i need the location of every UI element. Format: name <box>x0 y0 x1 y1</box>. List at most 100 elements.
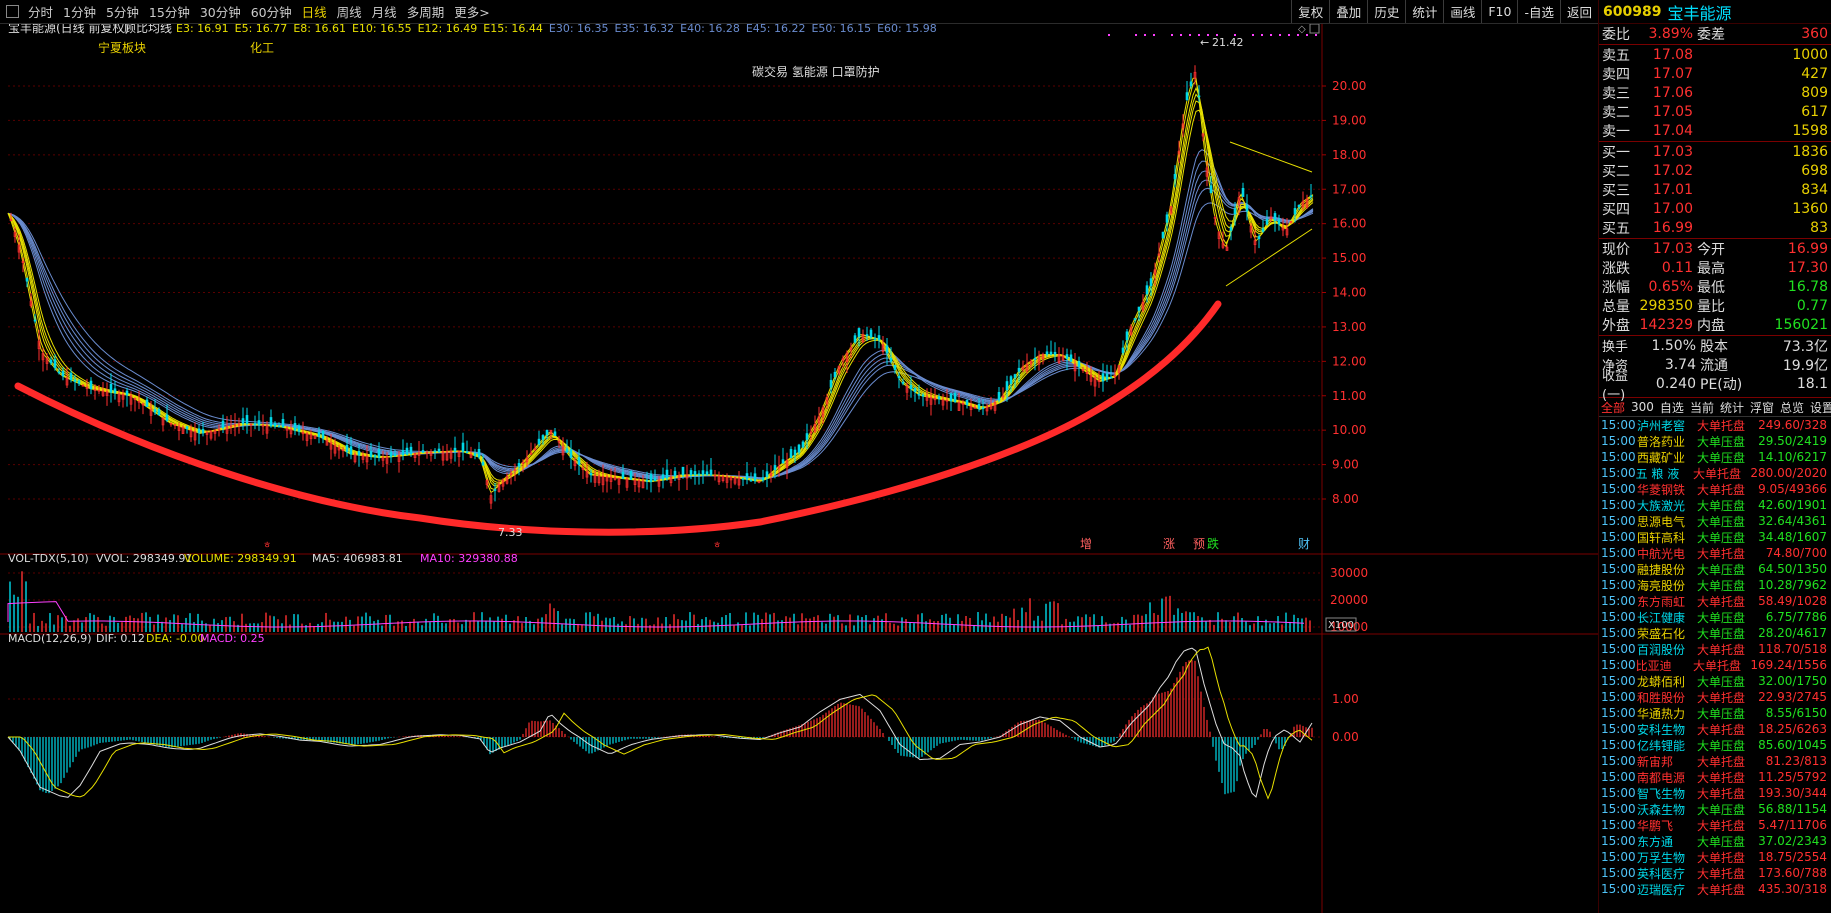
list-item[interactable]: 15:00 中航光电 大单托盘 74.80/700 <box>1599 545 1831 561</box>
toolbar-button-4[interactable]: 画线 <box>1443 0 1481 23</box>
list-item[interactable]: 15:00 沃森生物 大单压盘 56.88/1154 <box>1599 801 1831 817</box>
bid-row-2-label: 买三 <box>1602 182 1630 199</box>
kline-chart-area[interactable]: 20.00 19.00 18.00 17.00 16.00 15.00 14.00 13.00… <box>0 24 1598 913</box>
toolbar-button-2[interactable]: 历史 <box>1367 0 1405 23</box>
list-item[interactable]: 15:00 东方通 大单压盘 37.02/2343 <box>1599 833 1831 849</box>
list-stock-name[interactable]: 普洛药业 <box>1637 433 1697 450</box>
list-item[interactable]: 15:00 华鹏飞 大单托盘 5.47/11706 <box>1599 817 1831 833</box>
list-stock-name[interactable]: 荣盛石化 <box>1637 625 1697 642</box>
toolbar-button-0[interactable]: 复权 <box>1291 0 1329 23</box>
candle-body <box>373 455 377 458</box>
period-tab-9[interactable]: 多周期 <box>402 2 450 21</box>
period-tab-6[interactable]: 日线 <box>297 2 332 21</box>
list-item[interactable]: 15:00 英科医疗 大单托盘 173.60/788 <box>1599 865 1831 881</box>
candle-body <box>805 433 809 440</box>
list-item[interactable]: 15:00 西藏矿业 大单压盘 14.10/6217 <box>1599 449 1831 465</box>
list-stock-name[interactable]: 亿纬锂能 <box>1637 737 1697 754</box>
list-item[interactable]: 15:00 普洛药业 大单压盘 29.50/2419 <box>1599 433 1831 449</box>
list-item[interactable]: 15:00 国轩高科 大单压盘 34.48/1607 <box>1599 529 1831 545</box>
list-stock-name[interactable]: 东方雨虹 <box>1637 593 1697 610</box>
list-stock-name[interactable]: 英科医疗 <box>1637 865 1697 882</box>
list-stock-name[interactable]: 华通热力 <box>1637 705 1697 722</box>
list-stock-name[interactable]: 华菱钢铁 <box>1637 481 1697 498</box>
list-stock-name[interactable]: 和胜股份 <box>1637 689 1697 706</box>
toolbar-menu-icon[interactable] <box>6 5 19 18</box>
list-stock-name[interactable]: 大族激光 <box>1637 497 1697 514</box>
candle-body <box>1265 219 1269 225</box>
list-signal: 大单托盘 <box>1697 546 1746 561</box>
period-tab-7[interactable]: 周线 <box>332 2 367 21</box>
list-item[interactable]: 15:00 百润股份 大单托盘 118.70/518 <box>1599 641 1831 657</box>
period-tab-5[interactable]: 60分钟 <box>246 2 297 21</box>
list-item[interactable]: 15:00 东方雨虹 大单托盘 58.49/1028 <box>1599 593 1831 609</box>
list-item[interactable]: 15:00 融捷股份 大单压盘 64.50/1350 <box>1599 561 1831 577</box>
list-stock-name[interactable]: 东方通 <box>1637 833 1697 850</box>
monitor-tab-3[interactable]: 当前 <box>1690 399 1714 416</box>
list-item[interactable]: 15:00 华菱钢铁 大单托盘 9.05/49366 <box>1599 481 1831 497</box>
toolbar-button-3[interactable]: 统计 <box>1405 0 1443 23</box>
list-stock-name[interactable]: 思源电气 <box>1637 513 1697 530</box>
list-time: 15:00 <box>1601 722 1636 736</box>
list-item[interactable]: 15:00 南都电源 大单托盘 11.25/5792 <box>1599 769 1831 785</box>
list-stock-name[interactable]: 龙蟒佰利 <box>1637 673 1697 690</box>
period-tab-10[interactable]: 更多> <box>449 2 494 21</box>
toolbar-button-7[interactable]: 返回 <box>1559 0 1598 23</box>
list-item[interactable]: 15:00 迈瑞医疗 大单托盘 435.30/318 <box>1599 881 1831 897</box>
list-stock-name[interactable]: 百润股份 <box>1637 641 1697 658</box>
monitor-tab-7[interactable]: 设置 <box>1810 399 1831 416</box>
monitor-tab-4[interactable]: 统计 <box>1720 399 1744 416</box>
list-stock-name[interactable]: 长江健康 <box>1637 609 1697 626</box>
list-stock-name[interactable]: 迈瑞医疗 <box>1637 881 1697 898</box>
list-stock-name[interactable]: 西藏矿业 <box>1637 449 1697 466</box>
list-stock-name[interactable]: 沃森生物 <box>1637 801 1697 818</box>
period-tab-1[interactable]: 1分钟 <box>58 2 101 21</box>
list-item[interactable]: 15:00 龙蟒佰利 大单压盘 32.00/1750 <box>1599 673 1831 689</box>
period-tab-4[interactable]: 30分钟 <box>195 2 246 21</box>
period-tab-8[interactable]: 月线 <box>367 2 402 21</box>
list-item[interactable]: 15:00 长江健康 大单压盘 6.75/7786 <box>1599 609 1831 625</box>
list-item[interactable]: 15:00 智飞生物 大单托盘 193.30/344 <box>1599 785 1831 801</box>
list-item[interactable]: 15:00 安科生物 大单托盘 18.25/6263 <box>1599 721 1831 737</box>
list-item[interactable]: 15:00 华通热力 大单压盘 8.55/6150 <box>1599 705 1831 721</box>
list-item[interactable]: 15:00 荣盛石化 大单压盘 28.20/4617 <box>1599 625 1831 641</box>
monitor-tab-1[interactable]: 300 <box>1631 400 1654 414</box>
list-item[interactable]: 15:00 比亚迪 大单托盘 169.24/1556 <box>1599 657 1831 673</box>
list-item[interactable]: 15:00 五 粮 液大单托盘 280.00/2020 <box>1599 465 1831 481</box>
list-stock-name[interactable]: 国轩高科 <box>1637 529 1697 546</box>
list-item[interactable]: 15:00 海亮股份 大单压盘 10.28/7962 <box>1599 577 1831 593</box>
list-stock-name[interactable]: 华鹏飞 <box>1637 817 1697 834</box>
list-stock-name[interactable]: 新宙邦 <box>1637 753 1697 770</box>
list-item[interactable]: 15:00 万孚生物 大单托盘 18.75/2554 <box>1599 849 1831 865</box>
list-stock-name[interactable]: 融捷股份 <box>1637 561 1697 578</box>
list-stock-name[interactable]: 比亚迪 <box>1636 657 1693 674</box>
list-item[interactable]: 15:00 泸州老窖 大单托盘 249.60/328 <box>1599 417 1831 433</box>
toolbar-button-1[interactable]: 叠加 <box>1329 0 1367 23</box>
monitor-tab-2[interactable]: 自选 <box>1660 399 1684 416</box>
list-stock-name[interactable]: 智飞生物 <box>1637 785 1697 802</box>
period-tab-3[interactable]: 15分钟 <box>144 2 195 21</box>
period-tab-0[interactable]: 分时 <box>23 2 58 21</box>
list-stock-name[interactable]: 五 粮 液 <box>1636 465 1693 482</box>
list-item[interactable]: 15:00 亿纬锂能 大单压盘 85.60/1045 <box>1599 737 1831 753</box>
candle-body <box>705 471 709 476</box>
list-stock-name[interactable]: 中航光电 <box>1637 545 1697 562</box>
list-item[interactable]: 15:00 和胜股份 大单托盘 22.93/2745 <box>1599 689 1831 705</box>
quote-value-d-0: 16.99 <box>1787 240 1828 257</box>
toolbar-button-5[interactable]: F10 <box>1481 0 1517 23</box>
kline-chart-svg[interactable]: 20.00 19.00 18.00 17.00 16.00 15.00 14.00 13.00… <box>0 24 1598 913</box>
list-item[interactable]: 15:00 大族激光 大单压盘 42.60/1901 <box>1599 497 1831 513</box>
list-item[interactable]: 15:00 新宙邦 大单托盘 81.23/813 <box>1599 753 1831 769</box>
monitor-tab-0[interactable]: 全部 <box>1601 399 1625 416</box>
list-item[interactable]: 15:00 思源电气 大单压盘 32.64/4361 <box>1599 513 1831 529</box>
monitor-tab-5[interactable]: 浮窗 <box>1750 399 1774 416</box>
list-stock-name[interactable]: 海亮股份 <box>1637 577 1697 594</box>
list-stock-name[interactable]: 南都电源 <box>1637 769 1697 786</box>
toolbar-button-6[interactable]: -自选 <box>1517 0 1560 23</box>
monitor-tab-6[interactable]: 总览 <box>1780 399 1804 416</box>
list-stock-name[interactable]: 万孚生物 <box>1637 849 1697 866</box>
low-price-label: 7.33 <box>498 526 523 539</box>
period-tab-2[interactable]: 5分钟 <box>101 2 144 21</box>
list-stock-name[interactable]: 泸州老窖 <box>1637 417 1697 434</box>
high-marker: ← <box>1200 36 1209 49</box>
list-stock-name[interactable]: 安科生物 <box>1637 721 1697 738</box>
